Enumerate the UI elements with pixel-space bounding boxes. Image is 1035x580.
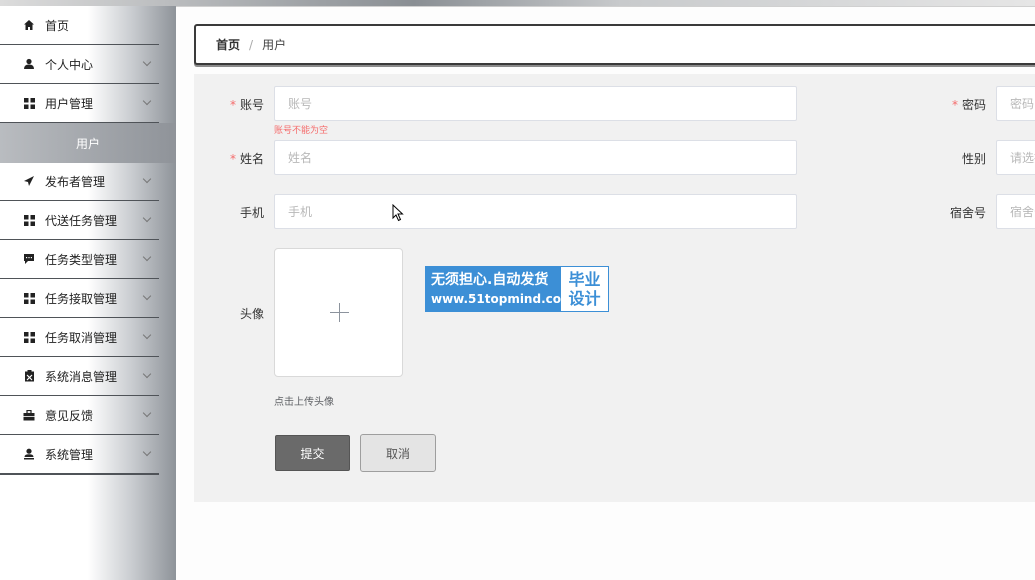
sidebar: 首页 个人中心 用户管理 用户 发布者管理 代送任务管理 任务类型管理 任务接取… — [0, 6, 176, 580]
sidebar-subitem-label: 用户 — [75, 136, 100, 151]
gender-select[interactable] — [996, 140, 1035, 175]
phone-input[interactable] — [274, 194, 797, 229]
user-icon — [22, 57, 36, 71]
sidebar-subitem-user[interactable]: 用户 — [0, 123, 176, 163]
sidebar-item-label: 代送任务管理 — [45, 213, 118, 228]
grid-icon — [22, 213, 36, 227]
password-label: * 密码 — [944, 96, 986, 113]
watermark-banner: 无须担心.自动发货 www.51topmind.com 毕业 设计 — [425, 266, 609, 312]
required-mark: * — [229, 152, 236, 166]
sidebar-item-label: 用户管理 — [45, 96, 94, 111]
watermark-line1: 无须担心.自动发货 — [431, 272, 549, 288]
chevron-down-icon — [142, 330, 152, 340]
sidebar-item-label: 首页 — [45, 18, 70, 33]
sidebar-item-label: 意见反馈 — [45, 408, 94, 423]
top-divider — [176, 6, 1035, 7]
sidebar-item-label: 个人中心 — [45, 57, 94, 72]
sidebar-item-user-management[interactable]: 用户管理 — [0, 84, 159, 123]
sidebar-item-home[interactable]: 首页 — [0, 6, 159, 45]
cancel-button[interactable]: 取消 — [360, 434, 436, 472]
breadcrumb-current: 用户 — [262, 38, 287, 52]
chevron-down-icon — [142, 252, 152, 262]
sidebar-item-label: 任务类型管理 — [45, 252, 118, 267]
password-label-text: 密码 — [961, 98, 986, 112]
chevron-down-icon — [142, 408, 152, 418]
phone-label: 手机 — [239, 206, 264, 220]
submit-button[interactable]: 提交 — [275, 435, 350, 471]
sidebar-item-task-cancel-management[interactable]: 任务取消管理 — [0, 318, 159, 357]
sidebar-item-label: 系统消息管理 — [45, 369, 118, 384]
grid-icon — [22, 330, 36, 344]
avatar-label: 头像 — [239, 307, 264, 321]
chevron-down-icon — [142, 447, 152, 457]
admin-user-icon — [22, 447, 36, 461]
sidebar-item-label: 任务取消管理 — [45, 330, 118, 345]
chevron-down-icon — [142, 57, 152, 67]
avatar-upload[interactable] — [274, 248, 403, 377]
sidebar-item-feedback[interactable]: 意见反馈 — [0, 396, 159, 435]
watermark-right: 毕业 设计 — [561, 267, 608, 311]
avatar-upload-tip: 点击上传头像 — [274, 397, 334, 408]
sidebar-item-publisher-management[interactable]: 发布者管理 — [0, 162, 159, 201]
message-icon — [22, 252, 36, 266]
account-input[interactable] — [274, 86, 797, 121]
breadcrumb-home[interactable]: 首页 — [216, 36, 240, 53]
required-mark: * — [229, 98, 236, 112]
account-label: * 账号 — [228, 96, 264, 113]
chevron-down-icon — [142, 369, 152, 379]
sidebar-item-profile[interactable]: 个人中心 — [0, 45, 159, 84]
chevron-down-icon — [142, 96, 152, 106]
home-icon — [22, 18, 36, 32]
sidebar-divider — [0, 474, 159, 475]
sidebar-item-delivery-task-management[interactable]: 代送任务管理 — [0, 201, 159, 240]
chevron-down-icon — [142, 291, 152, 301]
breadcrumb: 首页 / 用户 — [194, 24, 1035, 65]
name-input[interactable] — [274, 140, 797, 175]
sidebar-item-label: 任务接取管理 — [45, 291, 118, 306]
dorm-input[interactable] — [996, 194, 1035, 229]
grid-icon — [22, 96, 36, 110]
sidebar-item-task-type-management[interactable]: 任务类型管理 — [0, 240, 159, 279]
password-input[interactable] — [996, 86, 1035, 121]
chevron-down-icon — [142, 213, 152, 223]
required-mark: * — [951, 98, 958, 112]
name-label-text: 姓名 — [239, 152, 264, 166]
account-label-text: 账号 — [239, 98, 264, 112]
sidebar-item-label: 系统管理 — [45, 447, 94, 462]
sidebar-item-system-message-management[interactable]: 系统消息管理 — [0, 357, 159, 396]
clipboard-icon — [22, 369, 36, 383]
briefcase-icon — [22, 408, 36, 422]
dorm-label: 宿舍号 — [949, 206, 986, 220]
watermark-left: 无须担心.自动发货 www.51topmind.com — [426, 267, 574, 311]
mouse-cursor-icon — [392, 203, 404, 225]
sidebar-item-task-accept-management[interactable]: 任务接取管理 — [0, 279, 159, 318]
sidebar-item-system-management[interactable]: 系统管理 — [0, 435, 159, 474]
watermark-right2: 设计 — [568, 289, 601, 308]
chevron-down-icon — [142, 174, 152, 184]
plus-icon-vertical — [339, 303, 340, 322]
watermark-right1: 毕业 — [568, 270, 601, 289]
sidebar-item-label: 发布者管理 — [45, 174, 106, 189]
gender-label: 性别 — [961, 152, 986, 166]
name-label: * 姓名 — [228, 150, 264, 167]
account-error: 账号不能为空 — [274, 126, 329, 136]
grid-icon — [22, 291, 36, 305]
watermark-line2: www.51topmind.com — [431, 292, 574, 306]
breadcrumb-separator: / — [249, 37, 254, 52]
send-icon — [22, 174, 36, 188]
